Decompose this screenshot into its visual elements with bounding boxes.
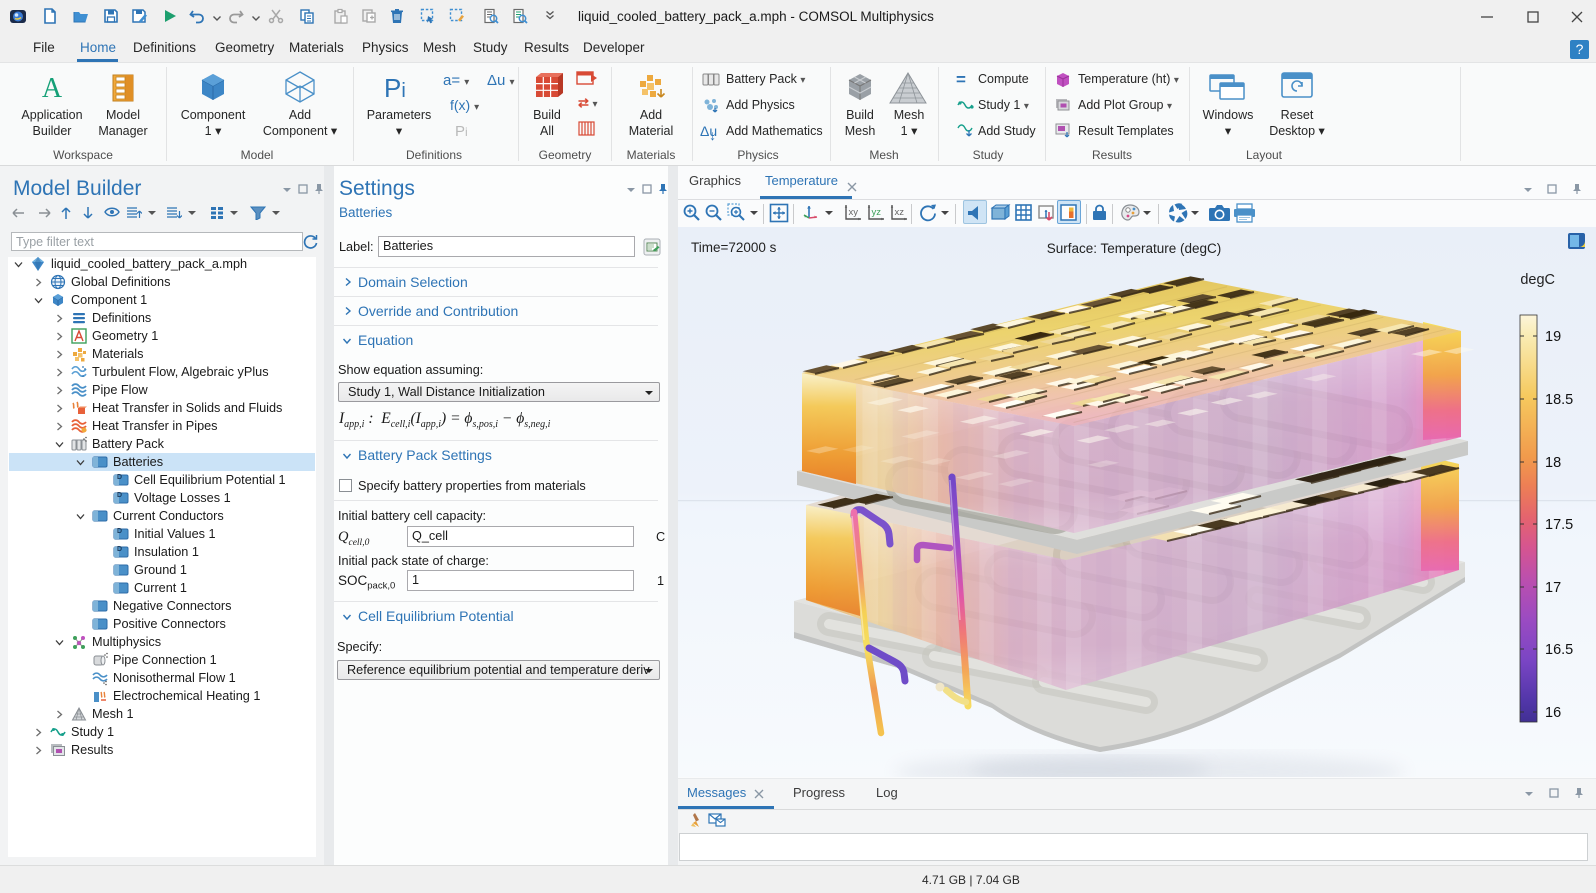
svg-text:19: 19 <box>1545 329 1561 345</box>
svg-text:Time=72000 s: Time=72000 s <box>691 240 777 255</box>
svg-text:D: D <box>117 546 122 553</box>
svg-text:17.5: 17.5 <box>1545 517 1573 533</box>
svg-text:Surface: Temperature (degC): Surface: Temperature (degC) <box>1047 241 1222 256</box>
svg-text:16: 16 <box>1545 705 1561 721</box>
svg-text:yz: yz <box>872 207 882 218</box>
svg-text:18.5: 18.5 <box>1545 392 1573 408</box>
svg-text:xz: xz <box>895 207 905 218</box>
svg-text:16.5: 16.5 <box>1545 642 1573 658</box>
svg-text:degC: degC <box>1520 272 1555 288</box>
svg-text:18: 18 <box>1545 455 1561 471</box>
svg-text:D: D <box>117 492 122 499</box>
svg-text:D: D <box>117 474 122 481</box>
svg-text:xy: xy <box>849 207 859 218</box>
svg-text:17: 17 <box>1545 580 1561 596</box>
svg-text:A: A <box>42 73 63 103</box>
svg-text:D: D <box>117 528 122 535</box>
svg-text:Pi: Pi <box>384 73 406 103</box>
